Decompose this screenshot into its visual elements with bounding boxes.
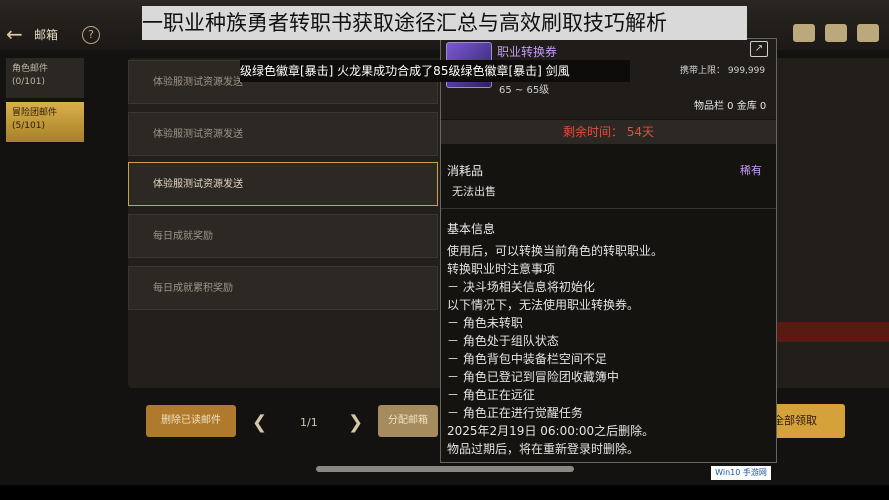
item-rarity: 稀有 (740, 164, 762, 177)
info-line: 以下情况下，无法使用职业转换券。 (447, 298, 640, 312)
prev-page-icon[interactable]: ❮ (252, 412, 267, 433)
detail-red-bar (777, 322, 889, 342)
info-line: 2025年2月19日 06:00:00之后删除。 (447, 424, 655, 438)
info-line: － 角色正在进行觉醒任务 (447, 406, 583, 420)
next-page-icon[interactable]: ❯ (348, 412, 363, 433)
tab-count: (5/101) (12, 121, 45, 131)
scrollbar[interactable] (316, 466, 574, 472)
system-notification: 级绿色徽章[暴击] 火龙果成功合成了85级绿色徽章[暴击] 剑風 (240, 60, 630, 82)
untradeable-label: 无法出售 (452, 185, 496, 198)
inventory-count: 物品栏 0 金库 0 (694, 101, 767, 112)
level-range: 65 ~ 65级 (499, 85, 550, 96)
remaining-time: 剩余时间： 54天 (562, 125, 655, 139)
help-icon[interactable]: ? (82, 26, 100, 44)
tab-label: 冒险团邮件 (12, 108, 58, 118)
tab-character-mail[interactable]: 角色邮件 (0/101) (6, 58, 84, 98)
tab-count: (0/101) (12, 77, 45, 87)
menu-icon[interactable] (857, 24, 879, 42)
back-arrow-icon[interactable]: ← (6, 24, 26, 44)
info-line: － 角色正在远征 (447, 388, 535, 402)
info-line: 使用后，可以转换当前角色的转职职业。 (447, 244, 664, 258)
info-line: 转换职业时注意事项 (447, 262, 556, 276)
tab-adventure-mail[interactable]: 冒险团邮件 (5/101) (6, 102, 84, 142)
top-right-icons (793, 24, 879, 42)
info-line: 物品过期后，将在重新登录时删除。 (447, 442, 640, 456)
tab-label: 角色邮件 (12, 64, 49, 74)
mail-row[interactable]: 每日成就累积奖励 (128, 266, 438, 310)
share-icon[interactable]: ↗ (750, 41, 768, 57)
page-indicator: 1/1 (300, 416, 318, 429)
info-line: － 决斗场相关信息将初始化 (447, 280, 595, 294)
article-headline: 一职业种族勇者转职书获取途径汇总与高效刷取技巧解析 (142, 6, 747, 40)
basic-info-heading: 基本信息 (447, 222, 496, 236)
bottom-bar (0, 485, 889, 500)
mail-row[interactable]: 体验服测试资源发送 (128, 112, 438, 156)
info-line: － 角色已登记到冒险团收藏簿中 (447, 370, 619, 384)
divider (441, 208, 776, 209)
mail-row[interactable]: 每日成就奖励 (128, 214, 438, 258)
carry-limit: 携带上限： 999,999 (680, 66, 766, 76)
info-line: － 角色背包中装备栏空间不足 (447, 352, 607, 366)
delete-read-button[interactable]: 删除已读邮件 (146, 405, 236, 437)
distribute-button[interactable]: 分配邮箱 (378, 405, 438, 437)
mail-row-selected[interactable]: 体验服测试资源发送 (128, 162, 438, 206)
info-line: － 角色未转职 (447, 316, 523, 330)
item-category: 消耗品 (447, 164, 484, 178)
info-line: － 角色处于组队状态 (447, 334, 559, 348)
gift-icon[interactable] (793, 24, 815, 42)
mail-icon[interactable] (825, 24, 847, 42)
watermark: Win10 手游网 (711, 466, 771, 480)
page-title: 邮箱 (34, 28, 59, 42)
item-name: 职业转换券 (497, 45, 558, 59)
